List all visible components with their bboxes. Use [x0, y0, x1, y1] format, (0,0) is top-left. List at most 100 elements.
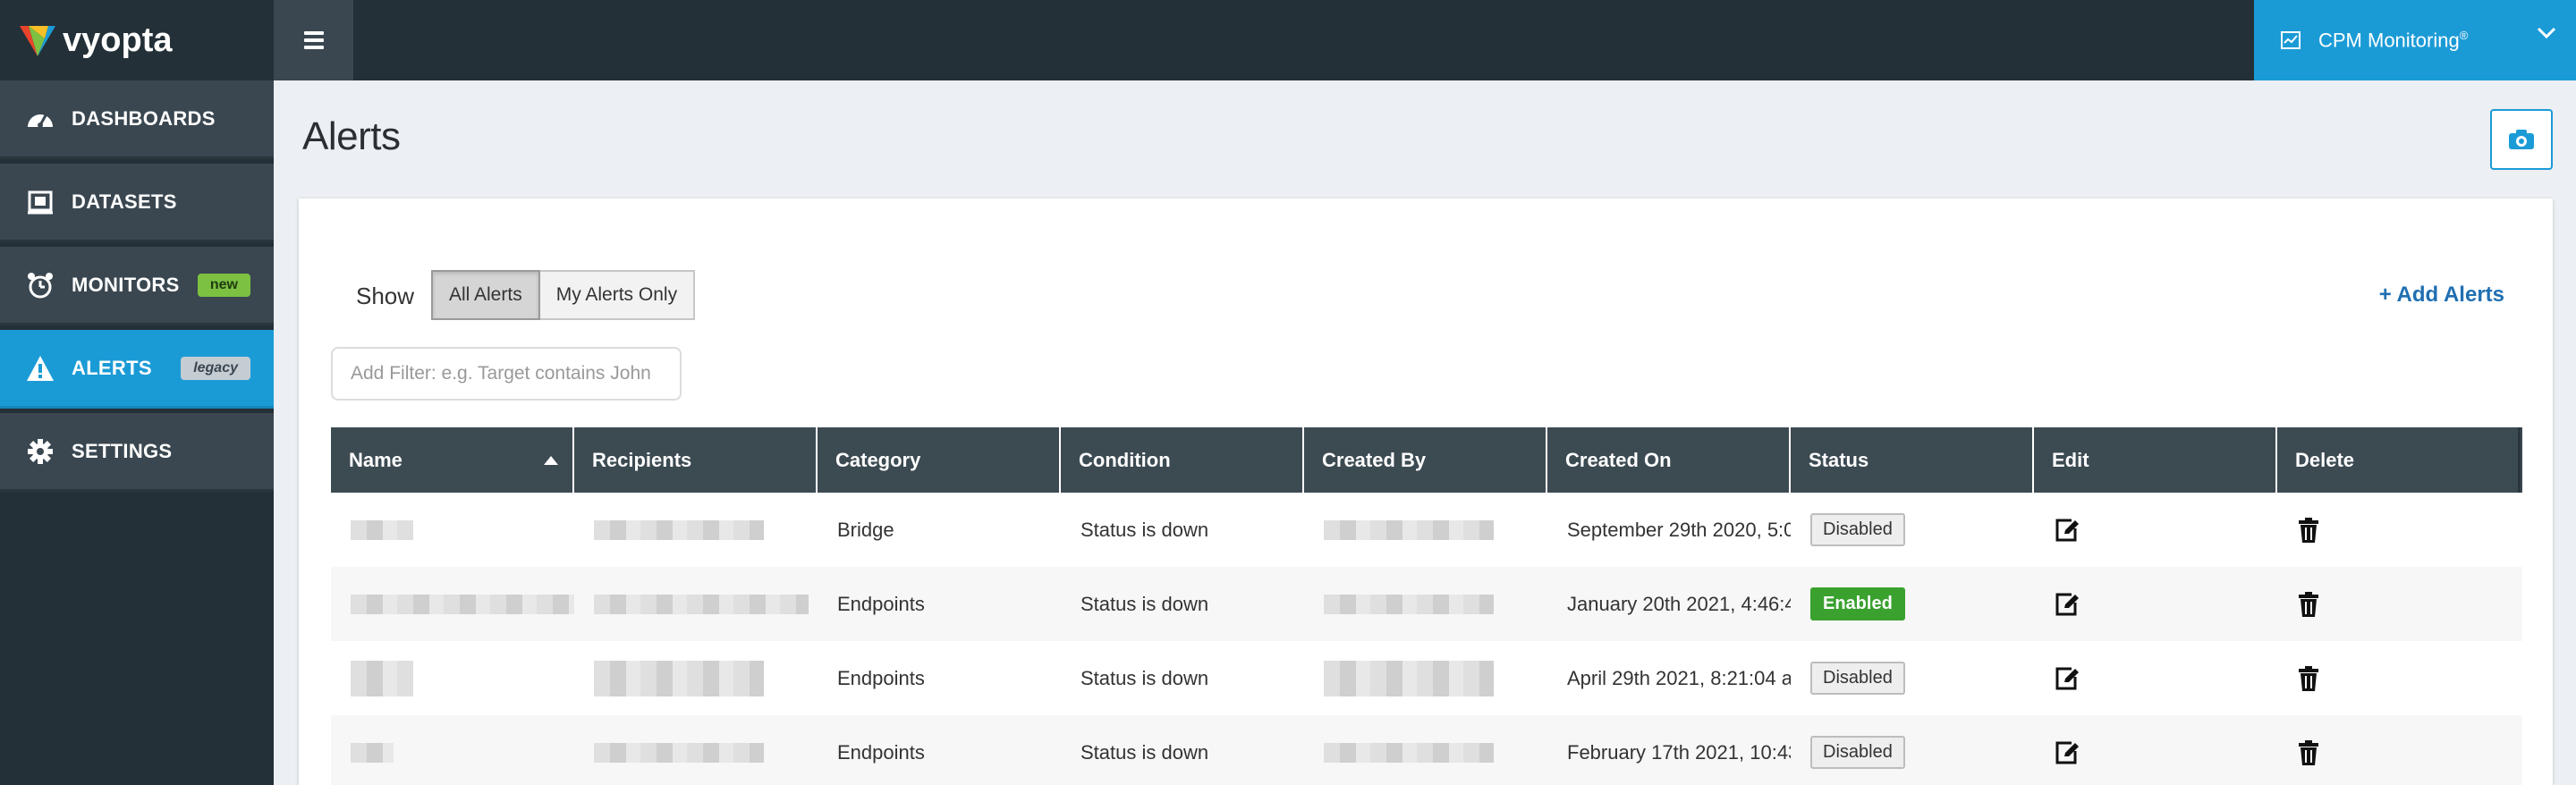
column-header-label: Status: [1809, 448, 1869, 471]
cell-category: Endpoints: [837, 740, 925, 764]
cell-edit: [2034, 715, 2277, 785]
edit-icon[interactable]: [2054, 518, 2080, 543]
top-bar: CPM Monitoring®: [274, 0, 2576, 80]
column-header-created-on[interactable]: Created On: [1547, 427, 1791, 493]
redacted-text: [594, 742, 764, 763]
column-header-label: Name: [349, 448, 402, 471]
cell-created-on: January 20th 2021, 4:46:4: [1567, 592, 1791, 615]
chevron-down-icon: [2537, 27, 2556, 39]
column-header-created-by[interactable]: Created By: [1304, 427, 1547, 493]
status-badge: Disabled: [1810, 736, 1905, 769]
table-row: Endpoints Status is down April 29th 2021…: [331, 641, 2522, 715]
redacted-text: [1324, 594, 1494, 614]
trash-icon[interactable]: [2297, 591, 2320, 618]
cell-category: Endpoints: [837, 592, 925, 615]
column-header-name[interactable]: Name: [331, 427, 574, 493]
sidebar-item-label: SETTINGS: [72, 439, 173, 462]
cell-recipients: [574, 493, 818, 567]
cell-name: [331, 715, 574, 785]
cell-edit: [2034, 641, 2277, 715]
cell-created-on: September 29th 2020, 5:0: [1567, 518, 1791, 541]
status-badge: Enabled: [1810, 587, 1905, 620]
add-alerts-link[interactable]: + Add Alerts: [2379, 283, 2504, 308]
cell-name: [331, 641, 574, 715]
my-alerts-only-button[interactable]: My Alerts Only: [539, 270, 696, 320]
column-header-label: Recipients: [592, 448, 692, 471]
column-header-label: Created On: [1565, 448, 1672, 471]
sort-ascending-icon: [544, 456, 558, 465]
camera-icon: [2509, 130, 2534, 149]
table-row: Bridge Status is down September 29th 202…: [331, 493, 2522, 567]
warning-icon: [25, 353, 55, 384]
cell-created-on: April 29th 2021, 8:21:04 an: [1567, 666, 1791, 689]
cell-category: Endpoints: [837, 666, 925, 689]
vyopta-logo-icon: [20, 26, 55, 56]
edit-icon[interactable]: [2054, 592, 2080, 617]
cell-recipients: [574, 715, 818, 785]
column-header-condition[interactable]: Condition: [1061, 427, 1304, 493]
cell-recipients: [574, 567, 818, 641]
screenshot-button[interactable]: [2490, 109, 2553, 170]
product-switcher[interactable]: CPM Monitoring®: [2254, 0, 2576, 80]
sidebar-item-datasets[interactable]: DATASETS: [0, 164, 274, 242]
column-header-label: Edit: [2052, 448, 2089, 471]
sidebar-item-label: DASHBOARDS: [72, 106, 216, 130]
legacy-badge: legacy: [181, 356, 250, 380]
brand-logo[interactable]: vyopta: [0, 0, 274, 80]
cell-status: Disabled: [1791, 715, 2034, 785]
sidebar-item-monitors[interactable]: MONITORS new: [0, 247, 274, 325]
column-header-delete: Delete: [2277, 427, 2521, 493]
trash-icon[interactable]: [2297, 517, 2320, 544]
table-header: Name Recipients Category Condition Creat…: [331, 427, 2522, 493]
cell-delete: [2277, 641, 2521, 715]
cell-condition: Status is down: [1080, 740, 1209, 764]
sidebar: vyopta DASHBOARDS DATASETS MONITORS new …: [0, 0, 274, 785]
alert-scope-toggle: All Alerts My Alerts Only: [431, 270, 696, 320]
trash-icon[interactable]: [2297, 739, 2320, 766]
show-label: Show: [356, 283, 415, 309]
redacted-text: [351, 519, 413, 540]
menu-toggle-button[interactable]: [274, 0, 353, 80]
all-alerts-button[interactable]: All Alerts: [431, 270, 540, 320]
trash-icon[interactable]: [2297, 665, 2320, 692]
cell-condition: Status is down: [1080, 592, 1209, 615]
column-header-label: Delete: [2295, 448, 2355, 471]
column-header-status[interactable]: Status: [1791, 427, 2034, 493]
edit-icon[interactable]: [2054, 740, 2080, 765]
cell-created-by: [1304, 567, 1547, 641]
sidebar-item-label: MONITORS: [72, 273, 180, 296]
page-title: Alerts: [302, 114, 401, 158]
column-header-label: Created By: [1322, 448, 1427, 471]
cell-name: [331, 493, 574, 567]
redacted-text: [594, 519, 764, 540]
alarm-clock-icon: [25, 270, 55, 300]
cell-recipients: [574, 641, 818, 715]
sidebar-item-alerts[interactable]: ALERTS legacy: [0, 330, 274, 409]
filter-input[interactable]: [331, 347, 682, 401]
cell-edit: [2034, 493, 2277, 567]
cell-delete: [2277, 493, 2521, 567]
column-header-label: Condition: [1079, 448, 1171, 471]
redacted-text: [351, 594, 574, 614]
sidebar-item-settings[interactable]: SETTINGS: [0, 413, 274, 492]
sidebar-item-dashboards[interactable]: DASHBOARDS: [0, 80, 274, 159]
cell-delete: [2277, 567, 2521, 641]
edit-icon[interactable]: [2054, 666, 2080, 691]
cell-status: Disabled: [1791, 493, 2034, 567]
brand-name: vyopta: [63, 21, 173, 59]
cell-condition: Status is down: [1080, 518, 1209, 541]
cell-created-by: [1304, 715, 1547, 785]
hamburger-icon: [303, 28, 324, 53]
product-label: CPM Monitoring®: [2318, 28, 2469, 52]
column-header-category[interactable]: Category: [818, 427, 1061, 493]
redacted-text: [351, 660, 413, 696]
sidebar-item-label: ALERTS: [72, 356, 152, 379]
gear-icon: [25, 436, 55, 467]
cell-category: Bridge: [837, 518, 894, 541]
cell-name: [331, 567, 574, 641]
column-header-recipients[interactable]: Recipients: [574, 427, 818, 493]
cell-edit: [2034, 567, 2277, 641]
table-row: Endpoints Status is down January 20th 20…: [331, 567, 2522, 641]
dataset-icon: [25, 187, 55, 217]
redacted-text: [1324, 519, 1494, 540]
